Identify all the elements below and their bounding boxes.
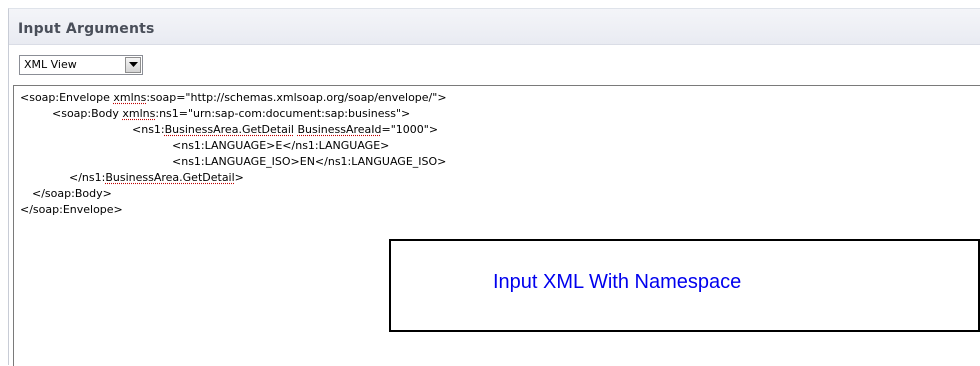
panel-header: Input Arguments	[9, 9, 980, 45]
xml-line: </soap:Envelope>	[20, 203, 123, 216]
xml-line: </ns1:BusinessArea.GetDetail>	[69, 171, 244, 184]
annotation-text: Input XML With Namespace	[493, 271, 742, 293]
panel-title: Input Arguments	[18, 21, 155, 37]
dropdown-arrow-icon[interactable]	[125, 57, 141, 73]
xml-line: <ns1:LANGUAGE_ISO>EN</ns1:LANGUAGE_ISO>	[172, 155, 447, 168]
xml-line: <ns1:LANGUAGE>E</ns1:LANGUAGE>	[172, 139, 390, 152]
toolbar: XML View	[9, 45, 980, 85]
xml-line: <ns1:BusinessArea.GetDetail BusinessArea…	[132, 123, 439, 136]
annotation-callout: Input XML With Namespace	[389, 239, 980, 332]
xml-line: <soap:Envelope xmlns:soap="http://schema…	[20, 91, 447, 104]
xml-line: </soap:Body>	[32, 187, 112, 200]
view-mode-selected-value: XML View	[24, 58, 77, 71]
xml-line: <soap:Body xmlns:ns1="urn:sap-com:docume…	[52, 107, 411, 120]
view-mode-select[interactable]: XML View	[19, 55, 143, 75]
